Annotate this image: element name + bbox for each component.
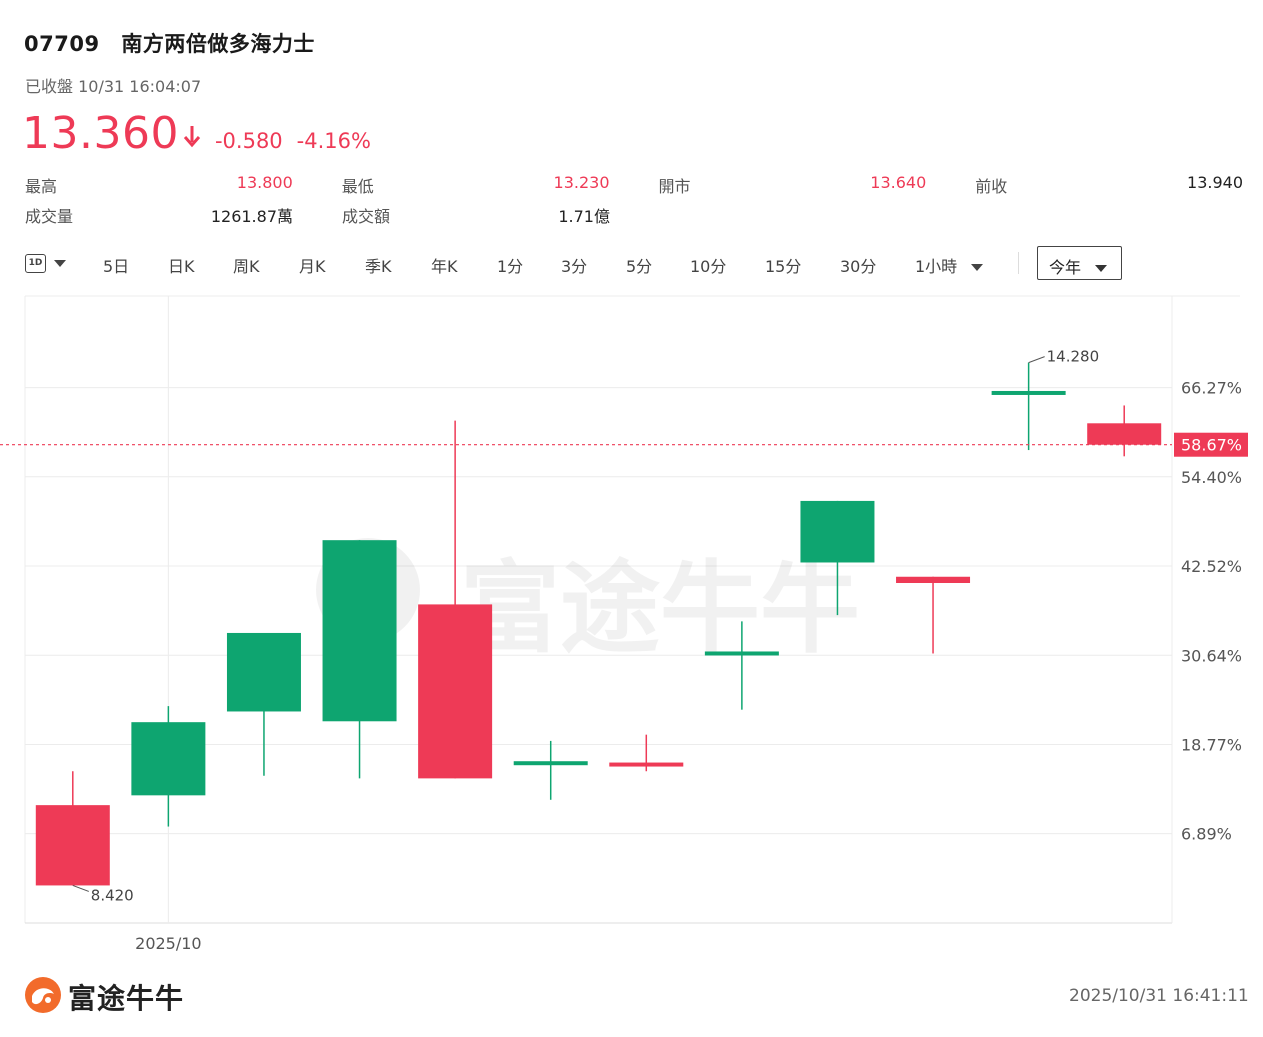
period-quarterly[interactable]: 季K (365, 253, 392, 277)
candle-body (991, 390, 1066, 395)
y-tick-label: 42.52% (1181, 557, 1242, 576)
price-change-pct: -4.16% (296, 129, 371, 153)
stat-low: 最低 13.230 (341, 173, 610, 196)
day-view-icon[interactable]: 1D (25, 254, 46, 273)
stock-title: 07709 南方两倍做多海力士 (24, 28, 315, 58)
candle (1087, 405, 1162, 457)
stat-turnover: 成交額 1.71億 (342, 207, 610, 226)
candle-body (800, 500, 875, 563)
period-monthly[interactable]: 月K (299, 253, 326, 277)
candle-body (35, 805, 110, 886)
futu-logo-icon (24, 976, 62, 1018)
period-5min[interactable]: 5分 (626, 253, 652, 277)
high-annotation-leader (1028, 356, 1045, 364)
y-tick-label: 6.89% (1181, 825, 1232, 844)
chevron-down-icon[interactable] (971, 264, 984, 271)
watermark-text: 富途牛牛 (460, 550, 860, 667)
period-toolbar: 1D 5日 日K 周K 月K 季K 年K 1分 3分 5分 10分 15分 30… (25, 246, 1125, 280)
x-axis: 2025/10 (135, 934, 201, 953)
candle (991, 362, 1066, 451)
market-status: 已收盤 10/31 16:04:07 (25, 77, 202, 96)
low-annotation-leader (72, 884, 89, 892)
period-30min[interactable]: 30分 (840, 253, 876, 277)
toolbar-divider (1018, 252, 1019, 274)
candle-body (609, 762, 684, 767)
stats-panel: 最高 13.800 最低 13.230 開市 13.640 前收 13.940 成交量 1… (25, 170, 1243, 230)
chevron-down-icon (1095, 265, 1108, 272)
chart-watermark: 富途牛牛 (316, 538, 860, 667)
y-tick-label: 30.64% (1181, 646, 1242, 665)
period-weekly[interactable]: 周K (233, 253, 260, 277)
period-1hour[interactable]: 1小時 (915, 253, 984, 277)
period-yearly[interactable]: 年K (431, 253, 458, 277)
candle-body (322, 540, 397, 722)
down-arrow-icon (183, 125, 201, 155)
candle-body (896, 576, 971, 583)
candle-body (131, 722, 206, 796)
current-price-label: 58.67% (1181, 436, 1242, 455)
range-select[interactable]: 今年 (1037, 246, 1122, 280)
high-annotation: 14.280 (1047, 348, 1100, 366)
candle (513, 740, 588, 800)
y-tick-label: 18.77% (1181, 735, 1242, 754)
footer-brand: 富途牛牛 (24, 976, 184, 1018)
candle (609, 734, 684, 772)
candle-body (1087, 423, 1162, 445)
candle (131, 706, 206, 827)
period-1min[interactable]: 1分 (497, 253, 523, 277)
period-5d[interactable]: 5日 (103, 253, 129, 277)
candle (896, 576, 971, 654)
price-row: 13.360 -0.580 -4.16% (22, 108, 385, 159)
candle-body (513, 761, 588, 766)
stat-open: 開市 13.640 (658, 173, 927, 196)
y-tick-label: 54.40% (1181, 468, 1242, 487)
candle-body (226, 632, 301, 712)
candle-body (704, 651, 779, 656)
candle-body (418, 604, 493, 779)
stat-volume: 成交量 1261.87萬 (25, 207, 293, 226)
candle (35, 771, 110, 886)
stock-name: 南方两倍做多海力士 (121, 32, 315, 56)
stat-high: 最高 13.800 (25, 173, 293, 196)
period-daily[interactable]: 日K (168, 253, 195, 277)
candle (322, 540, 397, 779)
candlestick-chart[interactable]: 富途牛牛 58.67% 14.280 8.420 66.27% 54.40% 42.52… (0, 290, 1263, 960)
y-tick-label: 66.27% (1181, 379, 1242, 398)
low-annotation: 8.420 (91, 886, 134, 904)
stock-code: 07709 (24, 32, 100, 56)
chevron-down-icon[interactable] (54, 260, 66, 267)
price-change: -0.580 (214, 129, 283, 153)
x-tick-label: 2025/10 (135, 934, 201, 953)
period-10min[interactable]: 10分 (690, 253, 726, 277)
range-select-value: 今年 (1049, 258, 1082, 277)
last-price: 13.360 (22, 108, 179, 159)
stat-prev-close: 前收 13.940 (975, 173, 1243, 196)
candle (226, 632, 301, 776)
footer-timestamp: 2025/10/31 16:41:11 (1069, 986, 1249, 1006)
period-3min[interactable]: 3分 (561, 253, 587, 277)
period-15min[interactable]: 15分 (765, 253, 801, 277)
footer-brand-name: 富途牛牛 (68, 982, 185, 1015)
